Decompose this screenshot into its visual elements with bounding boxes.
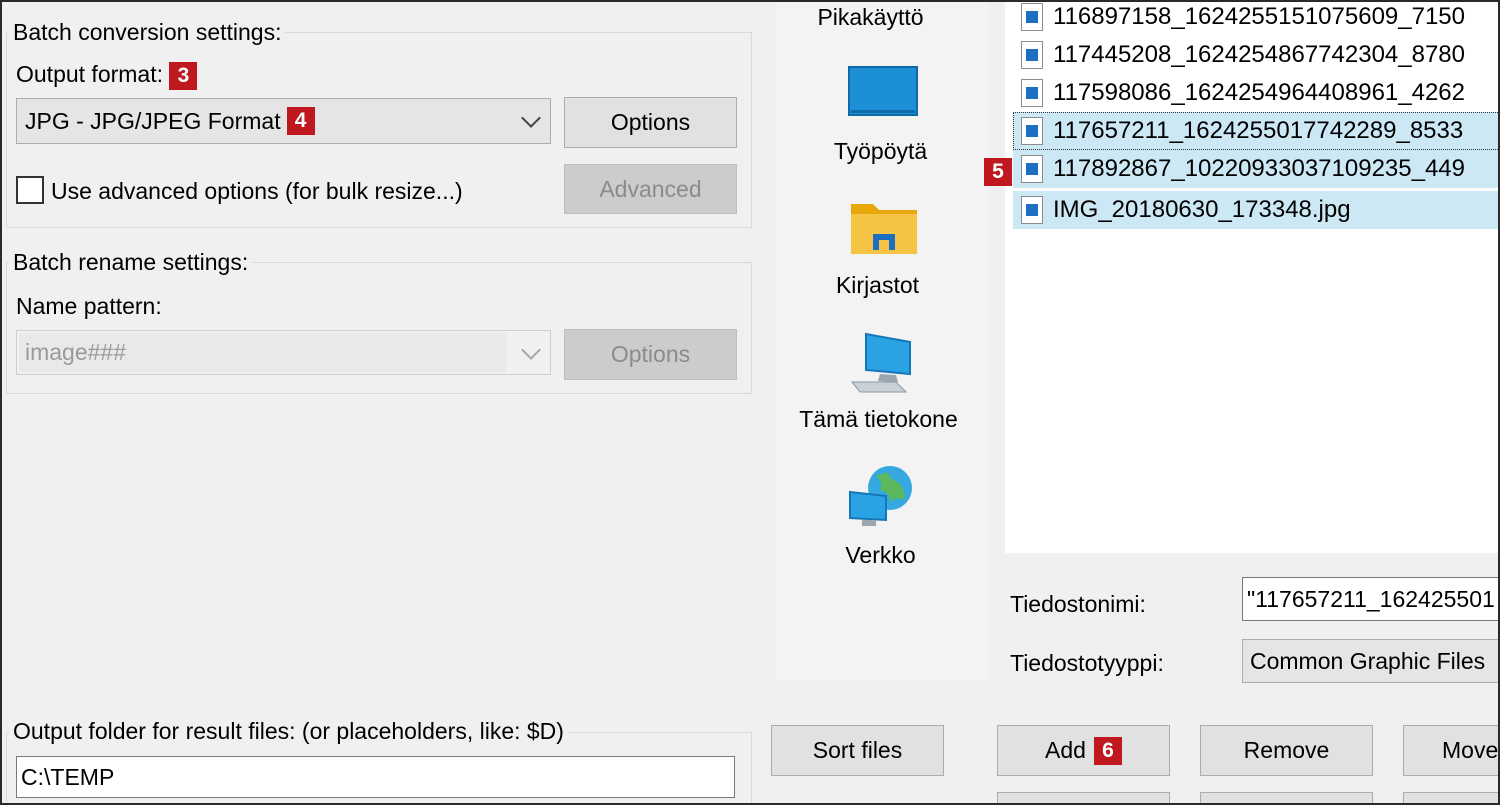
output-folder-input[interactable]: C:\TEMP — [16, 756, 735, 798]
file-name: IMG_20180630_173348.jpg — [1053, 196, 1351, 223]
output-format-value: JPG - JPG/JPEG Format — [25, 107, 281, 134]
format-options-button[interactable]: Options — [564, 97, 737, 148]
advanced-button[interactable]: Advanced — [564, 164, 737, 214]
file-name: 116897158_1624255151075609_7150 — [1053, 3, 1465, 30]
filetype-value: Common Graphic Files — [1250, 647, 1486, 674]
output-format-label-text: Output format: — [16, 61, 164, 87]
remove-button[interactable]: Remove — [1200, 725, 1373, 776]
rename-settings-title: Batch rename settings: — [9, 249, 253, 276]
place-this-pc-label: Tämä tietokone — [799, 406, 958, 432]
extra-button[interactable] — [997, 792, 1170, 805]
image-file-icon — [1021, 3, 1043, 31]
image-file-icon — [1021, 117, 1043, 145]
chevron-down-icon — [521, 108, 541, 128]
file-name: 117892867_10220933037109235_449 — [1053, 155, 1465, 182]
file-list[interactable]: 116897158_1624255151075609_7150 11744520… — [1005, 0, 1500, 553]
list-item[interactable]: 116897158_1624255151075609_7150 — [1013, 0, 1500, 36]
sort-files-button[interactable]: Sort files — [771, 725, 944, 776]
step-badge-3: 3 — [169, 61, 198, 90]
list-item[interactable]: 117598086_1624254964408961_4262 — [1013, 74, 1500, 112]
libraries-icon — [851, 204, 917, 254]
place-this-pc[interactable]: Tämä tietokone — [776, 332, 989, 442]
image-file-icon — [1021, 196, 1043, 224]
move-button-label: Move — [1442, 737, 1499, 763]
desktop-icon — [848, 66, 918, 116]
places-bar: Pikakäyttö Työpöytä Kirjastot Tämä tieto… — [776, 0, 989, 680]
chevron-down-icon — [521, 339, 541, 360]
place-desktop-label: Työpöytä — [833, 138, 928, 164]
list-item[interactable]: 117892867_10220933037109235_449 — [1013, 150, 1500, 188]
output-format-label: Output format: 3 — [16, 61, 198, 90]
place-libraries-label: Kirjastot — [835, 272, 920, 298]
name-pattern-value: image### — [25, 339, 127, 365]
filename-label: Tiedostonimi: — [1010, 591, 1146, 617]
file-name: 117598086_1624254964408961_4262 — [1053, 79, 1465, 106]
add-button-label: Add — [1045, 737, 1086, 763]
extra-button[interactable] — [1403, 792, 1500, 805]
image-file-icon — [1021, 155, 1043, 183]
move-button[interactable]: Move — [1403, 725, 1500, 776]
file-name: 117445208_1624254867742304_8780 — [1053, 41, 1465, 68]
conversion-settings-title: Batch conversion settings: — [9, 19, 286, 46]
step-badge-5: 5 — [984, 158, 1012, 186]
file-name: 117657211_1624255017742289_8533 — [1053, 117, 1464, 144]
place-network[interactable]: Verkko — [776, 462, 989, 572]
filename-input[interactable]: "117657211_162425501 — [1242, 577, 1500, 621]
output-format-select[interactable]: JPG - JPG/JPEG Format 4 — [16, 98, 551, 144]
place-network-label: Verkko — [845, 542, 916, 568]
list-item[interactable]: IMG_20180630_173348.jpg — [1013, 191, 1500, 229]
place-libraries[interactable]: Kirjastot — [776, 198, 989, 308]
image-file-icon — [1021, 41, 1043, 69]
extra-button[interactable] — [1200, 792, 1373, 805]
name-pattern-label: Name pattern: — [16, 293, 162, 319]
list-item[interactable]: 117445208_1624254867742304_8780 — [1013, 36, 1500, 74]
step-badge-4: 4 — [286, 107, 315, 135]
name-pattern-select[interactable]: image### — [16, 330, 551, 375]
image-file-icon — [1021, 79, 1043, 107]
list-item[interactable]: 117657211_1624255017742289_8533 — [1013, 112, 1500, 150]
advanced-options-label: Use advanced options (for bulk resize...… — [51, 178, 463, 204]
this-pc-icon — [850, 332, 911, 393]
step-badge-6: 6 — [1093, 736, 1122, 765]
place-quick-access-label[interactable]: Pikakäyttö — [764, 4, 977, 31]
add-button[interactable]: Add 6 — [997, 725, 1170, 776]
network-icon — [849, 466, 912, 526]
advanced-options-checkbox[interactable] — [16, 176, 44, 204]
filetype-label: Tiedostotyyppi: — [1010, 650, 1164, 676]
rename-options-button[interactable]: Options — [564, 329, 737, 380]
output-folder-label: Output folder for result files: (or plac… — [9, 718, 568, 745]
place-desktop[interactable]: Työpöytä — [776, 66, 989, 176]
filetype-select[interactable]: Common Graphic Files — [1242, 639, 1500, 683]
